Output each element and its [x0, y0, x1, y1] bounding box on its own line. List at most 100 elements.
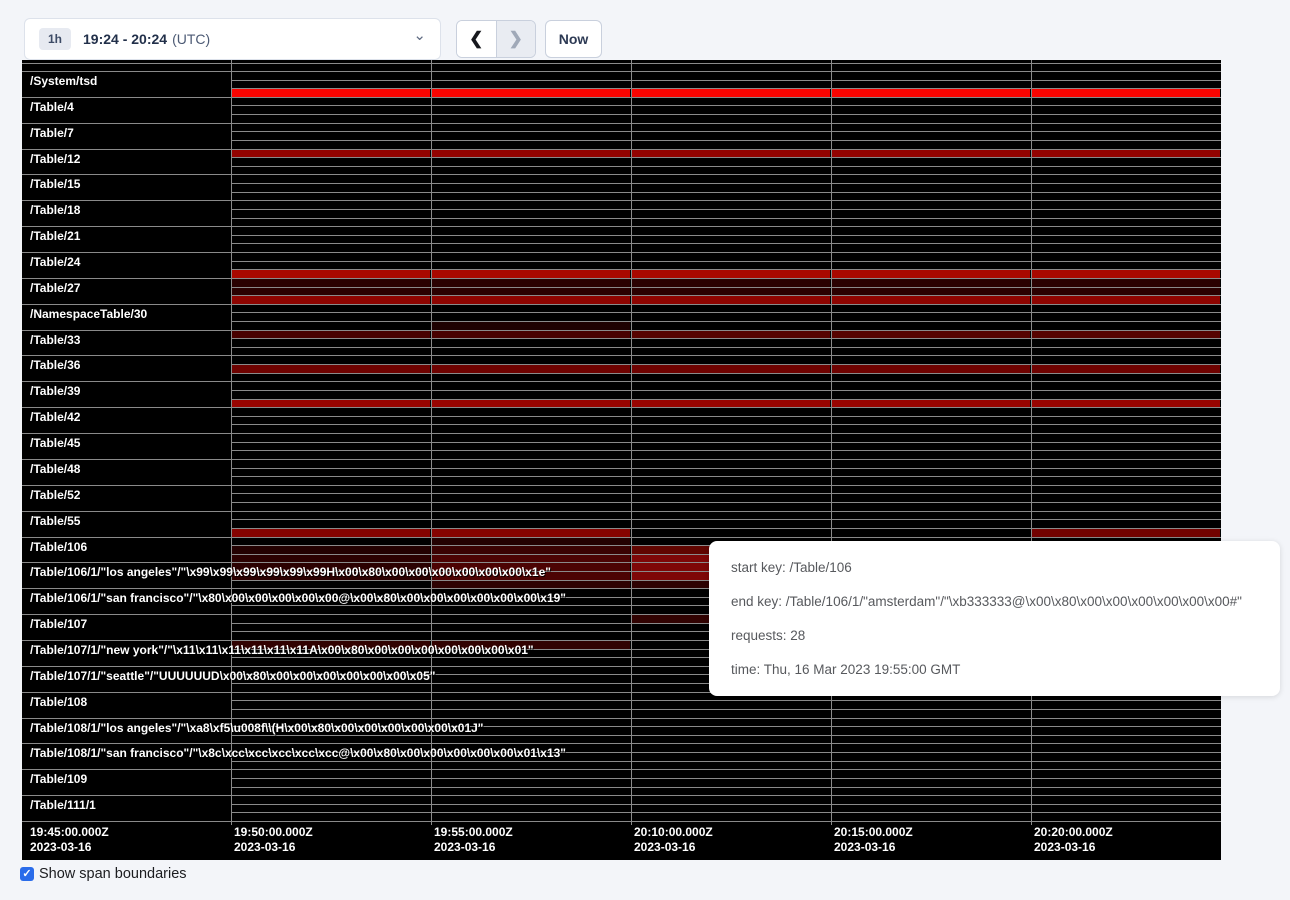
heat-band — [232, 270, 430, 278]
heat-band — [632, 400, 830, 408]
x-axis-time: 19:50:00.000Z — [234, 826, 313, 839]
heat-band — [232, 150, 430, 158]
heat-band — [432, 322, 630, 330]
span-boundary-line — [22, 381, 1221, 382]
span-boundary-line — [231, 183, 1221, 184]
span-boundary-line — [22, 226, 1221, 227]
row-label: /Table/52 — [30, 489, 80, 502]
x-axis-date: 2023-03-16 — [234, 841, 295, 854]
x-axis-time: 19:45:00.000Z — [30, 826, 109, 839]
span-boundary-line — [22, 821, 1221, 822]
tooltip-start-key: start key: /Table/106 — [731, 560, 1258, 575]
heat-band — [432, 288, 630, 296]
heat-band — [632, 331, 830, 339]
span-boundary-line — [231, 338, 1221, 339]
span-boundary-line — [231, 399, 1221, 400]
span-boundary-line — [22, 743, 1221, 744]
row-label: /Table/55 — [30, 515, 80, 528]
span-boundary-line — [231, 80, 1221, 81]
time-range-label: 19:24 - 20:24 — [83, 31, 167, 47]
span-boundary-line — [231, 709, 1221, 710]
span-boundary-line — [231, 761, 1221, 762]
heat-band — [1032, 89, 1220, 97]
span-boundary-line — [231, 321, 1221, 322]
span-boundary-line — [231, 778, 1221, 779]
key-visualizer-canvas[interactable]: /System/tsd/Table/4/Table/7/Table/12/Tab… — [22, 60, 1221, 860]
span-boundary-line — [231, 812, 1221, 813]
heat-band — [832, 331, 1030, 339]
span-boundary-line — [22, 459, 1221, 460]
x-axis-time: 19:55:00.000Z — [434, 826, 513, 839]
x-axis-date: 2023-03-16 — [634, 841, 695, 854]
heat-band — [232, 89, 430, 97]
span-boundary-line — [231, 502, 1221, 503]
span-boundary-line — [22, 278, 1221, 279]
span-boundary-line — [231, 468, 1221, 469]
time-window-badge: 1h — [39, 28, 71, 50]
heat-band — [432, 365, 630, 373]
now-button[interactable]: Now — [545, 20, 602, 58]
time-range-selector[interactable]: 1h 19:24 - 20:24 (UTC) ⌄ — [24, 18, 441, 60]
span-boundary-line — [231, 295, 1221, 296]
span-boundary-line — [22, 718, 1221, 719]
heat-band — [1032, 150, 1220, 158]
heat-band — [1032, 288, 1220, 296]
span-boundary-line — [231, 519, 1221, 520]
span-boundary-line — [22, 407, 1221, 408]
span-boundary-line — [231, 364, 1221, 365]
span-boundary-line — [231, 192, 1221, 193]
prev-time-button[interactable]: ❮ — [457, 21, 497, 57]
x-axis-time: 20:10:00.000Z — [634, 826, 713, 839]
next-time-button[interactable]: ❯ — [497, 21, 536, 57]
heat-band — [632, 89, 830, 97]
heat-band — [432, 331, 630, 339]
row-label: /Table/107/1/"seattle"/"UUUUUUD\x00\x80\… — [30, 670, 435, 683]
show-span-boundaries-row: ✓ Show span boundaries — [20, 866, 187, 882]
row-label: /System/tsd — [30, 75, 97, 88]
heat-band — [232, 400, 430, 408]
row-label: /Table/45 — [30, 437, 80, 450]
row-label: /NamespaceTable/30 — [30, 308, 147, 321]
span-boundary-line — [231, 528, 1221, 529]
heat-band — [832, 279, 1030, 287]
span-boundary-line — [22, 252, 1221, 253]
heat-band — [432, 296, 630, 304]
span-boundary-line — [231, 416, 1221, 417]
heat-band — [432, 150, 630, 158]
span-boundary-line — [22, 71, 1221, 72]
show-span-boundaries-checkbox[interactable]: ✓ — [20, 867, 34, 881]
x-axis-date: 2023-03-16 — [30, 841, 91, 854]
row-label: /Table/18 — [30, 204, 80, 217]
heat-band — [1032, 365, 1220, 373]
tooltip-end-key: end key: /Table/106/1/"amsterdam"/"\xb33… — [731, 594, 1258, 609]
span-boundary-line — [22, 174, 1221, 175]
span-boundary-line — [231, 88, 1221, 89]
heat-band — [632, 365, 830, 373]
heat-band — [232, 331, 430, 339]
heat-band — [232, 555, 430, 563]
span-boundary-line — [231, 114, 1221, 115]
span-boundary-line — [22, 149, 1221, 150]
heat-band — [632, 279, 830, 287]
span-boundary-line — [231, 166, 1221, 167]
row-label: /Table/27 — [30, 282, 80, 295]
heat-band — [832, 150, 1030, 158]
heat-band — [1032, 331, 1220, 339]
heat-band — [1032, 279, 1220, 287]
span-boundary-line — [22, 97, 1221, 98]
span-boundary-line — [231, 347, 1221, 348]
span-boundary-line — [231, 243, 1221, 244]
chevron-left-icon: ❮ — [469, 29, 483, 49]
heat-band — [832, 400, 1030, 408]
heat-band — [232, 529, 430, 537]
heat-band — [432, 555, 630, 563]
row-label: /Table/7 — [30, 127, 74, 140]
span-boundary-line — [22, 433, 1221, 434]
row-label: /Table/4 — [30, 101, 74, 114]
row-label: /Table/33 — [30, 334, 80, 347]
heat-band — [1032, 296, 1220, 304]
heat-band — [1032, 400, 1220, 408]
span-boundary-line — [22, 795, 1221, 796]
span-boundary-line — [231, 140, 1221, 141]
heat-band — [232, 279, 430, 287]
